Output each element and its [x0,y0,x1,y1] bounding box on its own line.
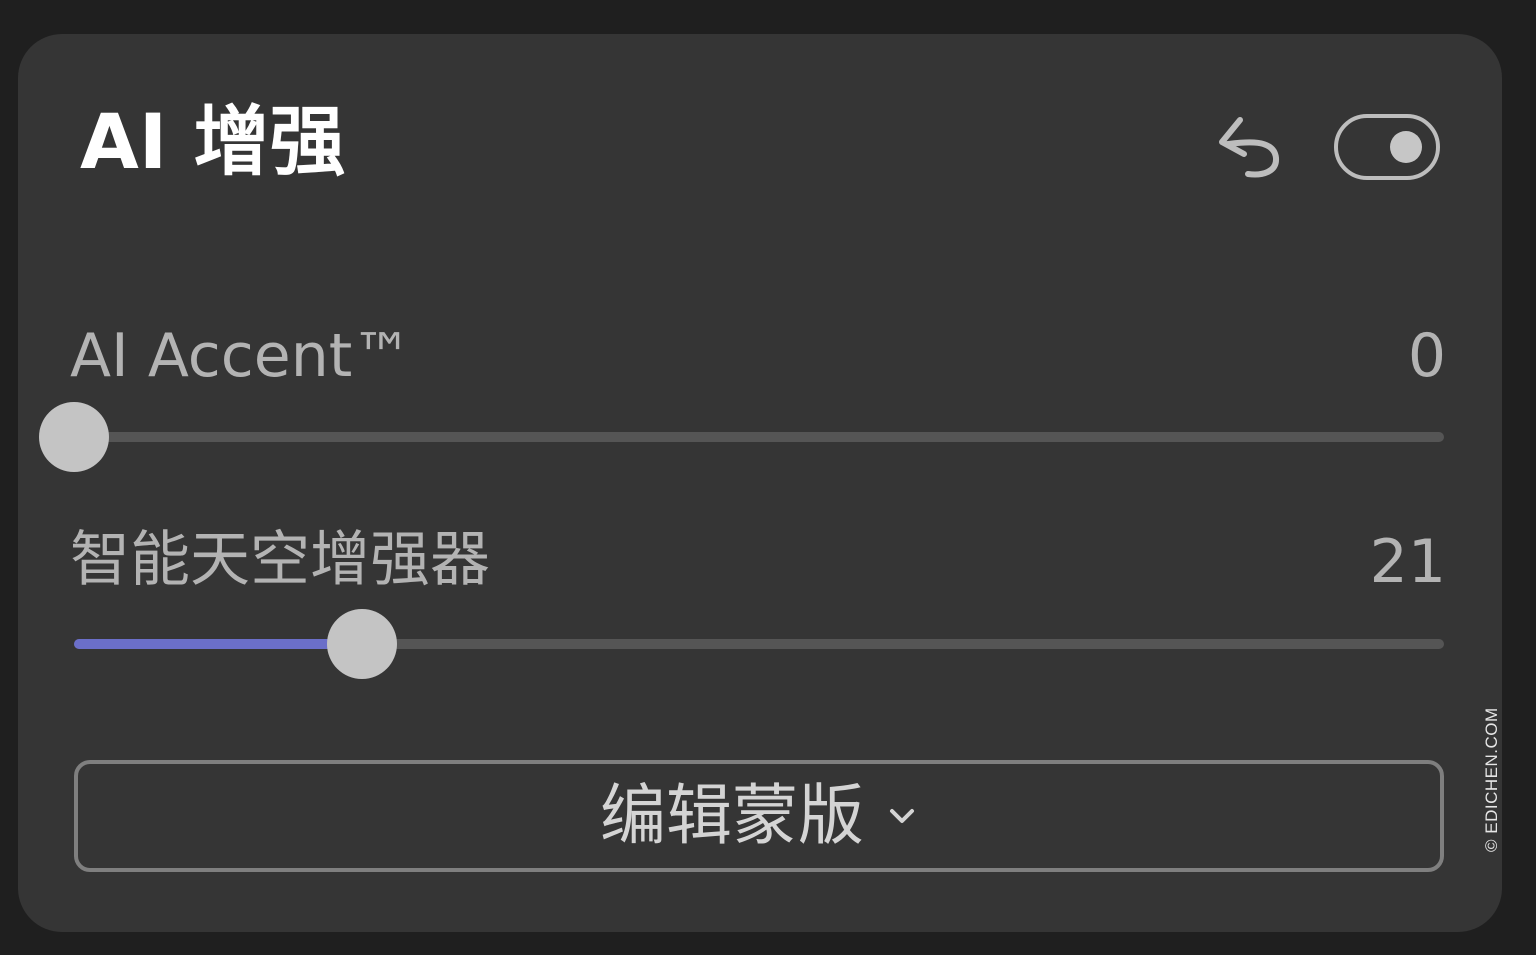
watermark-text: © EDICHEN.COM [1482,707,1501,852]
undo-icon[interactable] [1214,108,1286,184]
toggle-knob [1390,131,1422,163]
panel-title: AI 增强 [80,97,346,186]
sky-enhancer-thumb[interactable] [326,609,397,679]
edit-mask-label: 编辑蒙版 [600,777,864,854]
sky-enhancer-fill [74,639,362,649]
sky-enhancer-value: 21 [1369,527,1446,597]
ai-enhance-panel: AI 增强 AI Accent™ 0 智能天空增强器 21 编辑蒙版 [18,34,1502,932]
ai-accent-slider[interactable] [39,402,1444,472]
ai-accent-thumb[interactable] [39,402,109,472]
edit-mask-button[interactable]: 编辑蒙版 [74,760,1444,872]
enable-toggle[interactable] [1334,114,1440,180]
ai-accent-value: 0 [1407,321,1446,391]
chevron-down-icon [890,809,914,823]
sky-enhancer-label: 智能天空增强器 [70,525,490,595]
sky-enhancer-slider[interactable] [74,609,1444,679]
ai-accent-label: AI Accent™ [70,321,413,391]
